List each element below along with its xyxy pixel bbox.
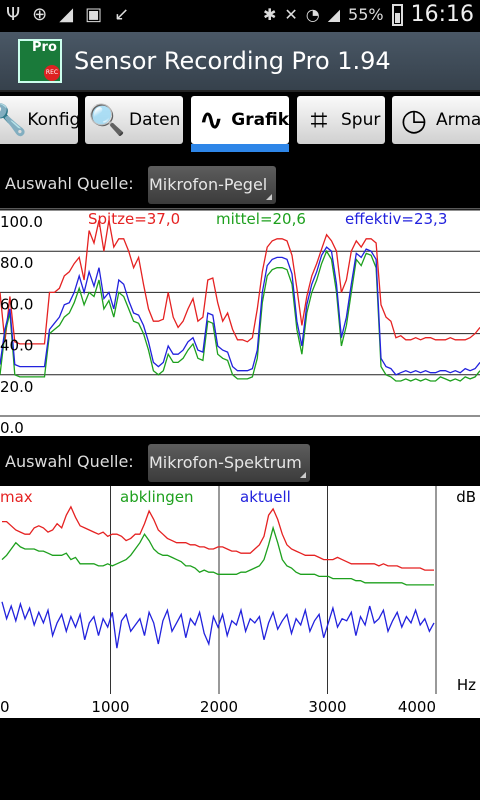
x-axis-label: Hz (457, 676, 476, 694)
source-label: Auswahl Quelle: (5, 174, 134, 193)
series-line-abklingen (1, 525, 434, 586)
clock: 16:16 (410, 2, 474, 27)
legend-aktuell: aktuell (240, 488, 291, 506)
series-line-mittel (0, 249, 480, 382)
app-icon-text: Pro (32, 40, 57, 55)
sine-wave-icon: ∿ (198, 102, 224, 138)
action-bar: Pro REC Sensor Recording Pro 1.94 (0, 32, 480, 92)
y-tick-label: 40.0 (0, 337, 33, 355)
level-chart: 100.0 80.0 60.0 40.0 20.0 0.0 Spitze=37,0 mitte… (0, 208, 480, 436)
legend-max: max (0, 488, 33, 506)
y-axis-label: dB (456, 488, 476, 506)
system-icons: ✱ ✕ ◔ ◢ 55% 16:16 (263, 2, 474, 27)
image-icon: ▣ (85, 4, 103, 25)
x-tick-label: 1000 (91, 698, 129, 716)
x-tick-label: 4000 (398, 698, 436, 716)
legend-spitze: Spitze=37,0 (88, 210, 180, 228)
tab-konfig[interactable]: 🔧 Konfig (0, 96, 78, 144)
magnifier-icon: 🔍 (88, 102, 126, 138)
notification-icons: Ψ ⊕ ◢ ▣ ↙ (6, 4, 129, 25)
wrench-icon: 🔧 (0, 102, 28, 138)
source-row-spectrum: Auswahl Quelle: Mikrofon-Spektrum (0, 440, 480, 484)
signal-icon: ◢ (59, 4, 74, 25)
bluetooth-icon: ✱ (262, 5, 277, 24)
cell-signal-icon: ◢ (327, 5, 341, 24)
app-title: Sensor Recording Pro 1.94 (74, 47, 391, 75)
rec-badge: REC (44, 65, 60, 81)
tab-label: Konfig (27, 110, 78, 130)
gps-icon: ⊕ (32, 4, 48, 25)
track-icon: ⌗ (310, 102, 328, 138)
x-tick-label: 2000 (200, 698, 238, 716)
tab-label: Grafik (231, 110, 289, 130)
missed-call-icon: ↙ (114, 4, 130, 25)
mute-icon: ✕ (284, 5, 298, 24)
x-tick-label: 0 (0, 698, 10, 716)
y-tick-label: 0.0 (0, 419, 24, 436)
y-tick-label: 80.0 (0, 254, 33, 272)
battery-percent: 55% (348, 5, 384, 24)
source-select-level[interactable]: Mikrofon-Pegel (148, 166, 276, 204)
series-line-max (2, 505, 434, 571)
tab-label: Daten (129, 110, 181, 130)
source-label: Auswahl Quelle: (5, 452, 134, 471)
tab-label: Spur (341, 110, 381, 130)
y-tick-label: 100.0 (0, 213, 43, 231)
y-tick-label: 20.0 (0, 378, 33, 396)
battery-icon (391, 3, 403, 26)
series-line-spitze (0, 220, 480, 345)
wifi-icon: ◔ (305, 5, 320, 24)
tab-daten[interactable]: 🔍 Daten (85, 96, 183, 144)
legend-effektiv: effektiv=23,3 (345, 210, 447, 228)
legend-abklingen: abklingen (120, 488, 194, 506)
tab-grafik[interactable]: ∿ Grafik (191, 96, 289, 144)
tab-arma[interactable]: ◷ Arma (392, 96, 480, 144)
tab-label: Arma (436, 110, 480, 130)
series-line-aktuell (1, 601, 435, 649)
gauge-icon: ◷ (400, 102, 428, 138)
spectrum-chart: 0 1000 2000 3000 4000 dB Hz max abklingen aktuell (0, 486, 480, 718)
legend-mittel: mittel=20,6 (216, 210, 306, 228)
x-tick-label: 3000 (308, 698, 346, 716)
app-icon[interactable]: Pro REC (18, 39, 62, 83)
status-bar: Ψ ⊕ ◢ ▣ ↙ ✱ ✕ ◔ ◢ 55% 16:16 (0, 0, 480, 32)
usb-icon: Ψ (6, 4, 21, 25)
y-tick-label: 60.0 (0, 295, 33, 313)
spectrum-chart-svg: 0 1000 2000 3000 4000 dB Hz max abklingen aktuell (0, 486, 476, 716)
tab-spur[interactable]: ⌗ Spur (297, 96, 385, 144)
level-chart-svg: 100.0 80.0 60.0 40.0 20.0 0.0 Spitze=37,0 mitte… (0, 208, 480, 436)
active-tab-indicator (191, 144, 289, 152)
source-select-spectrum[interactable]: Mikrofon-Spektrum (148, 444, 310, 482)
source-row-level: Auswahl Quelle: Mikrofon-Pegel (0, 162, 480, 206)
